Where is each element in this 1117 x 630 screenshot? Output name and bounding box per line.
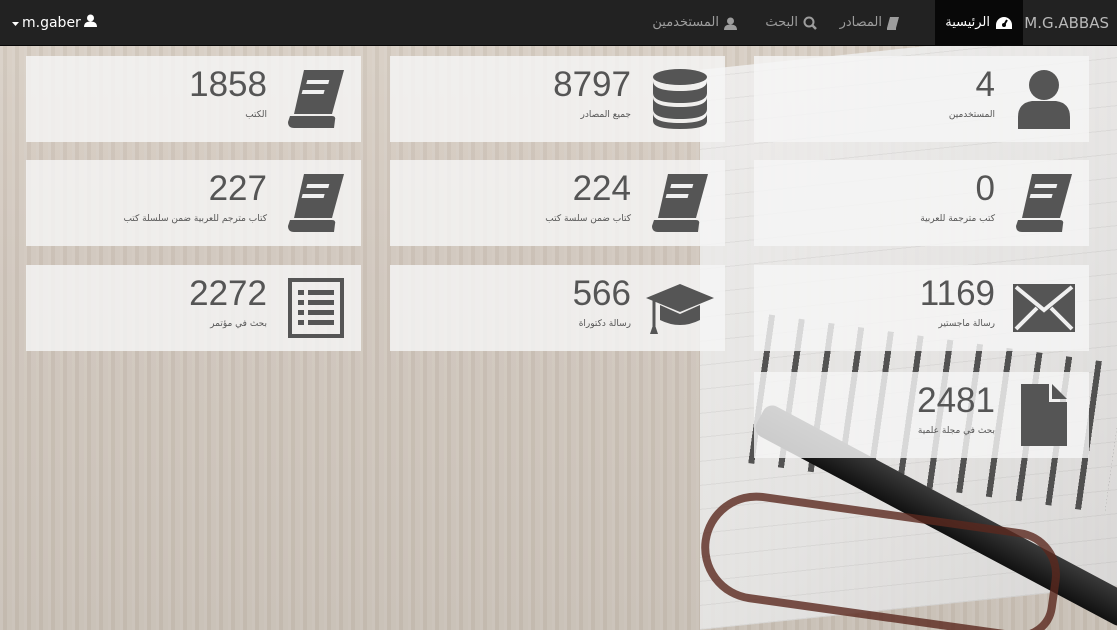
nav-search[interactable]: البحث [765, 0, 817, 46]
user-menu-dropdown[interactable]: m.gaber [12, 0, 97, 46]
stat-value: 566 [572, 274, 631, 313]
stat-value: 2481 [917, 381, 995, 420]
book-icon [281, 64, 351, 134]
stat-value: 4 [975, 65, 995, 104]
stat-card-series-books[interactable]: 224 كتاب ضمن سلسة كتب [390, 160, 725, 246]
stat-card-masters-theses[interactable]: 1169 رسالة ماجستير [754, 265, 1089, 351]
caret-down-icon [12, 0, 19, 46]
stat-label: بحث في مؤتمر [210, 319, 267, 329]
stat-label: جميع المصادر [580, 110, 631, 120]
stat-value: 1858 [189, 65, 267, 104]
book-icon [645, 168, 715, 238]
file-icon [1009, 380, 1079, 450]
nav-sources-label: المصادر [839, 15, 882, 30]
stat-label: كتاب مترجم للعربية ضمن سلسلة كتب [123, 214, 267, 224]
stat-card-all-sources[interactable]: 8797 جميع المصادر [390, 56, 725, 142]
stat-label: بحث في مجلة علمية [917, 426, 995, 436]
stat-value: 224 [572, 169, 631, 208]
stat-card-users[interactable]: 4 المستخدمين [754, 56, 1089, 142]
stat-card-books[interactable]: 1858 الكتب [26, 56, 361, 142]
database-icon [645, 64, 715, 134]
brand-link[interactable]: M.G.ABBAS [1016, 0, 1117, 46]
stat-card-journal-papers[interactable]: 2481 بحث في مجلة علمية [754, 372, 1089, 458]
stat-card-translated-books[interactable]: 0 كتب مترجمة للعربية [754, 160, 1089, 246]
nav-home[interactable]: الرئيسية [935, 0, 1023, 46]
stat-value: 2272 [189, 274, 267, 313]
envelope-icon [1009, 273, 1079, 343]
stat-card-translated-series-books[interactable]: 227 كتاب مترجم للعربية ضمن سلسلة كتب [26, 160, 361, 246]
graduation-cap-icon [645, 273, 715, 343]
user-icon [83, 0, 97, 46]
stat-label: كتب مترجمة للعربية [920, 214, 995, 224]
search-icon [803, 16, 817, 30]
nav-home-label: الرئيسية [945, 15, 990, 30]
stat-value: 8797 [553, 65, 631, 104]
nav-users[interactable]: المستخدمين [652, 0, 737, 46]
list-icon [281, 273, 351, 343]
dashboard-icon [995, 16, 1013, 30]
nav-users-label: المستخدمين [652, 15, 719, 30]
book-icon [1009, 168, 1079, 238]
stat-label: المستخدمين [948, 110, 995, 120]
user-icon [724, 17, 737, 30]
book-icon [887, 16, 899, 30]
stat-value: 227 [208, 169, 267, 208]
user-icon [1009, 64, 1079, 134]
stat-card-conference-papers[interactable]: 2272 بحث في مؤتمر [26, 265, 361, 351]
nav-sources[interactable]: المصادر [840, 0, 899, 46]
stat-card-phd-theses[interactable]: 566 رسالة دكتوراة [390, 265, 725, 351]
stat-label: رسالة دكتوراة [578, 319, 631, 329]
stat-label: الكتب [245, 110, 267, 120]
stat-value: 0 [975, 169, 995, 208]
stat-label: رسالة ماجستير [938, 319, 995, 329]
stat-value: 1169 [919, 274, 995, 313]
nav-search-label: البحث [765, 15, 798, 30]
username-label: m.gaber [22, 15, 81, 31]
book-icon [281, 168, 351, 238]
top-navbar: M.G.ABBAS الرئيسية المصادر البحث المستخد… [0, 0, 1117, 46]
stat-label: كتاب ضمن سلسة كتب [545, 214, 631, 224]
